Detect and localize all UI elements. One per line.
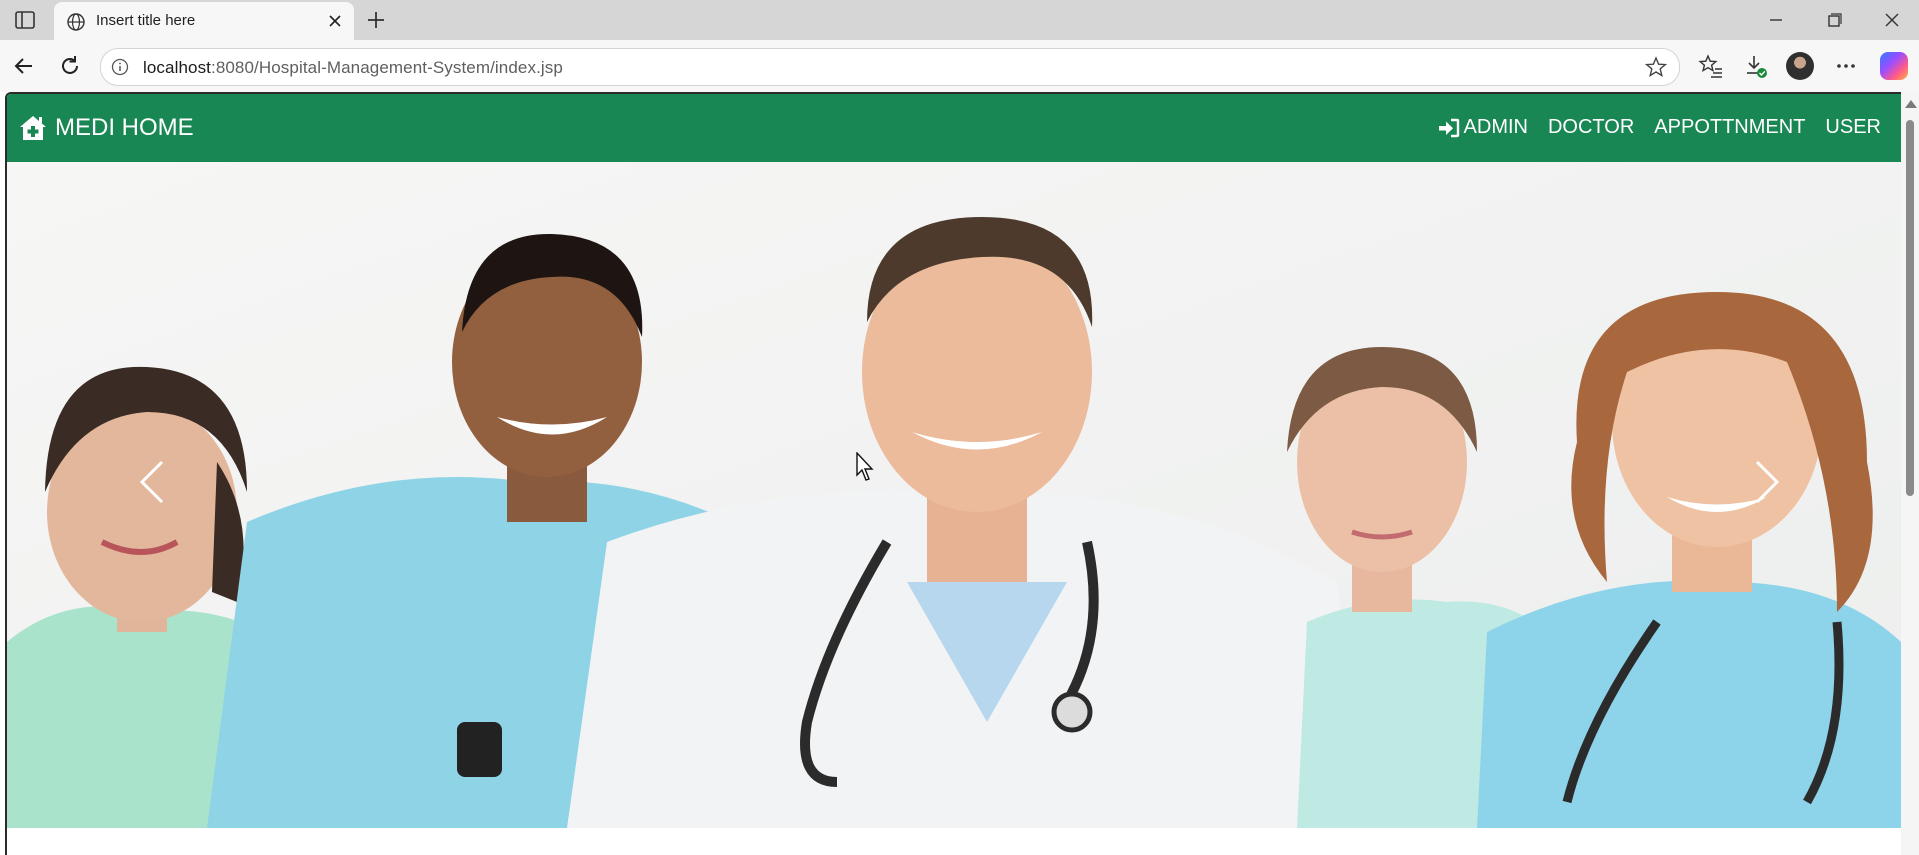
chevron-right-icon [1755,460,1780,504]
tab-title: Insert title here [96,12,196,29]
reload-icon[interactable] [56,52,84,80]
favorite-star-icon[interactable] [1645,56,1667,78]
scroll-up-arrow-icon[interactable] [1905,100,1917,108]
downloads-icon[interactable] [1742,52,1770,80]
nav-admin[interactable]: ADMIN [1438,116,1528,139]
url-text[interactable]: localhost:8080/Hospital-Management-Syste… [143,58,563,78]
carousel-prev-button[interactable] [82,387,222,577]
house-medical-icon [20,116,46,140]
close-window-icon[interactable] [1878,8,1906,32]
browser-tab-strip: Insert title here [0,0,1919,40]
sign-in-icon [1438,118,1459,137]
carousel-next-button[interactable] [1697,387,1837,577]
browser-tab[interactable]: Insert title here [54,2,354,40]
url-path: :8080/Hospital-Management-System/index.j… [211,58,563,77]
site-info-icon[interactable] [111,58,129,76]
close-tab-icon[interactable] [326,12,344,30]
page-scrollbar[interactable] [1901,92,1919,855]
nav-doctor[interactable]: DOCTOR [1548,116,1634,139]
carousel-image [7,162,1901,828]
nav-user[interactable]: USER [1825,116,1881,139]
brand-text: MEDI HOME [55,114,194,141]
brand-link[interactable]: MEDI HOME [19,114,194,142]
profile-avatar[interactable] [1786,52,1814,80]
minimize-icon[interactable] [1762,8,1790,32]
new-tab-icon[interactable] [364,8,388,32]
page-viewport: MEDI HOME ADMIN DOCTOR APPOTTNMENT USER [5,92,1901,855]
tab-actions-icon[interactable] [14,9,36,31]
favorites-icon[interactable] [1697,52,1725,80]
nav-appointment[interactable]: APPOTTNMENT [1654,116,1805,139]
restore-icon[interactable] [1820,8,1848,32]
back-icon[interactable] [10,52,38,80]
chevron-left-icon [139,460,164,504]
nav-admin-label: ADMIN [1463,116,1528,138]
address-bar[interactable]: localhost:8080/Hospital-Management-Syste… [100,48,1680,86]
browser-toolbar: localhost:8080/Hospital-Management-Syste… [0,40,1919,92]
nav-doctor-label: DOCTOR [1547,116,1635,138]
scrollbar-thumb[interactable] [1906,120,1914,496]
mouse-cursor-icon [856,452,874,481]
site-navbar: MEDI HOME ADMIN DOCTOR APPOTTNMENT USER [7,94,1901,162]
nav-links: ADMIN DOCTOR APPOTTNMENT USER [1418,116,1881,139]
url-host: localhost [143,58,211,77]
more-options-icon[interactable] [1832,52,1860,80]
nav-user-label: USER [1825,116,1881,138]
copilot-icon[interactable] [1880,52,1908,80]
nav-appointment-label: APPOTTNMENT [1654,116,1806,138]
hero-carousel [7,162,1901,828]
globe-icon [67,13,85,31]
